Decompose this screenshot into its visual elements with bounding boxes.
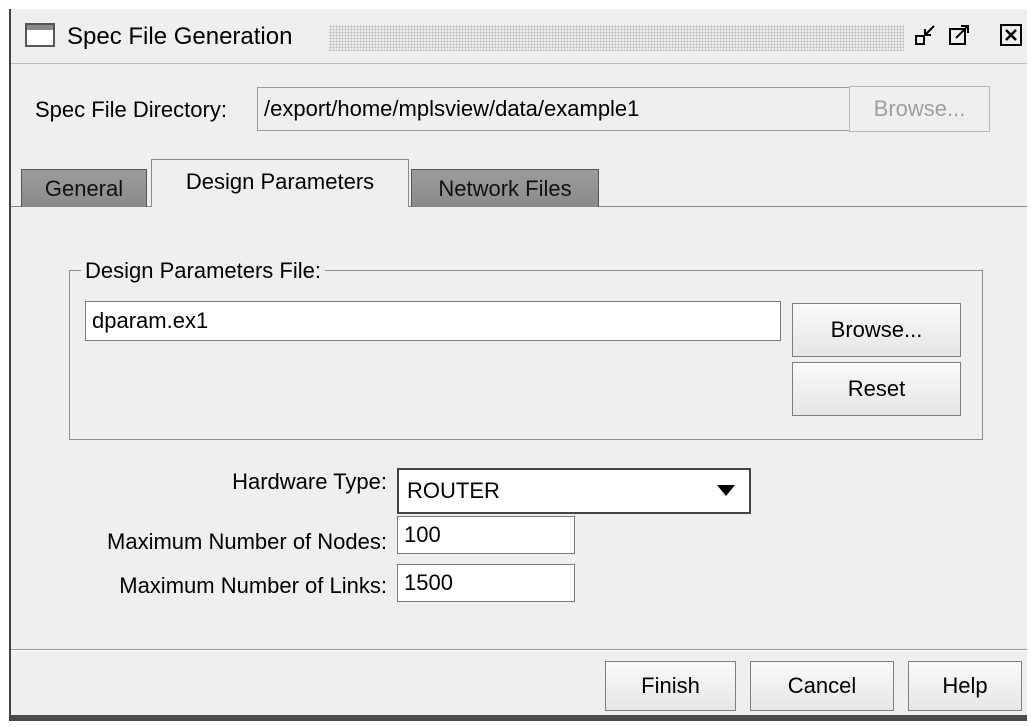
design-parameters-file-group-title: Design Parameters File:	[81, 258, 325, 284]
title-bar[interactable]: Spec File Generation	[11, 9, 1027, 64]
spec-file-generation-dialog: Spec File Generation Spec File Directory…	[9, 9, 1027, 721]
window-bottom-border	[11, 715, 1027, 721]
maximize-icon[interactable]	[947, 23, 971, 47]
max-nodes-input[interactable]: 100	[397, 516, 575, 554]
directory-browse-button[interactable]: Browse...	[849, 86, 990, 132]
tab-general[interactable]: General	[21, 169, 147, 207]
help-button[interactable]: Help	[908, 661, 1022, 711]
spec-file-directory-field[interactable]: /export/home/mplsview/data/example1	[257, 87, 850, 131]
close-icon[interactable]	[999, 23, 1023, 47]
finish-button[interactable]: Finish	[605, 661, 736, 711]
max-links-input[interactable]: 1500	[397, 564, 575, 602]
tab-design-parameters[interactable]: Design Parameters	[151, 159, 409, 207]
tab-network-files[interactable]: Network Files	[411, 169, 599, 207]
design-parameters-file-input[interactable]: dparam.ex1	[85, 301, 781, 341]
chevron-down-icon	[717, 485, 735, 496]
hardware-type-value: ROUTER	[407, 478, 500, 503]
max-nodes-label: Maximum Number of Nodes:	[107, 529, 387, 554]
footer-separator-highlight	[11, 650, 1027, 651]
minimize-icon[interactable]	[913, 23, 937, 47]
max-links-label: Maximum Number of Links:	[119, 573, 387, 598]
window-icon	[25, 23, 55, 47]
title-bar-pattern	[329, 25, 904, 51]
cancel-button[interactable]: Cancel	[750, 661, 894, 711]
window-title: Spec File Generation	[67, 23, 293, 50]
hardware-type-select[interactable]: ROUTER	[397, 468, 751, 514]
hardware-type-label: Hardware Type:	[232, 469, 387, 494]
design-parameters-browse-button[interactable]: Browse...	[792, 303, 961, 357]
spec-file-directory-label: Spec File Directory:	[35, 97, 227, 122]
reset-button[interactable]: Reset	[792, 362, 961, 416]
